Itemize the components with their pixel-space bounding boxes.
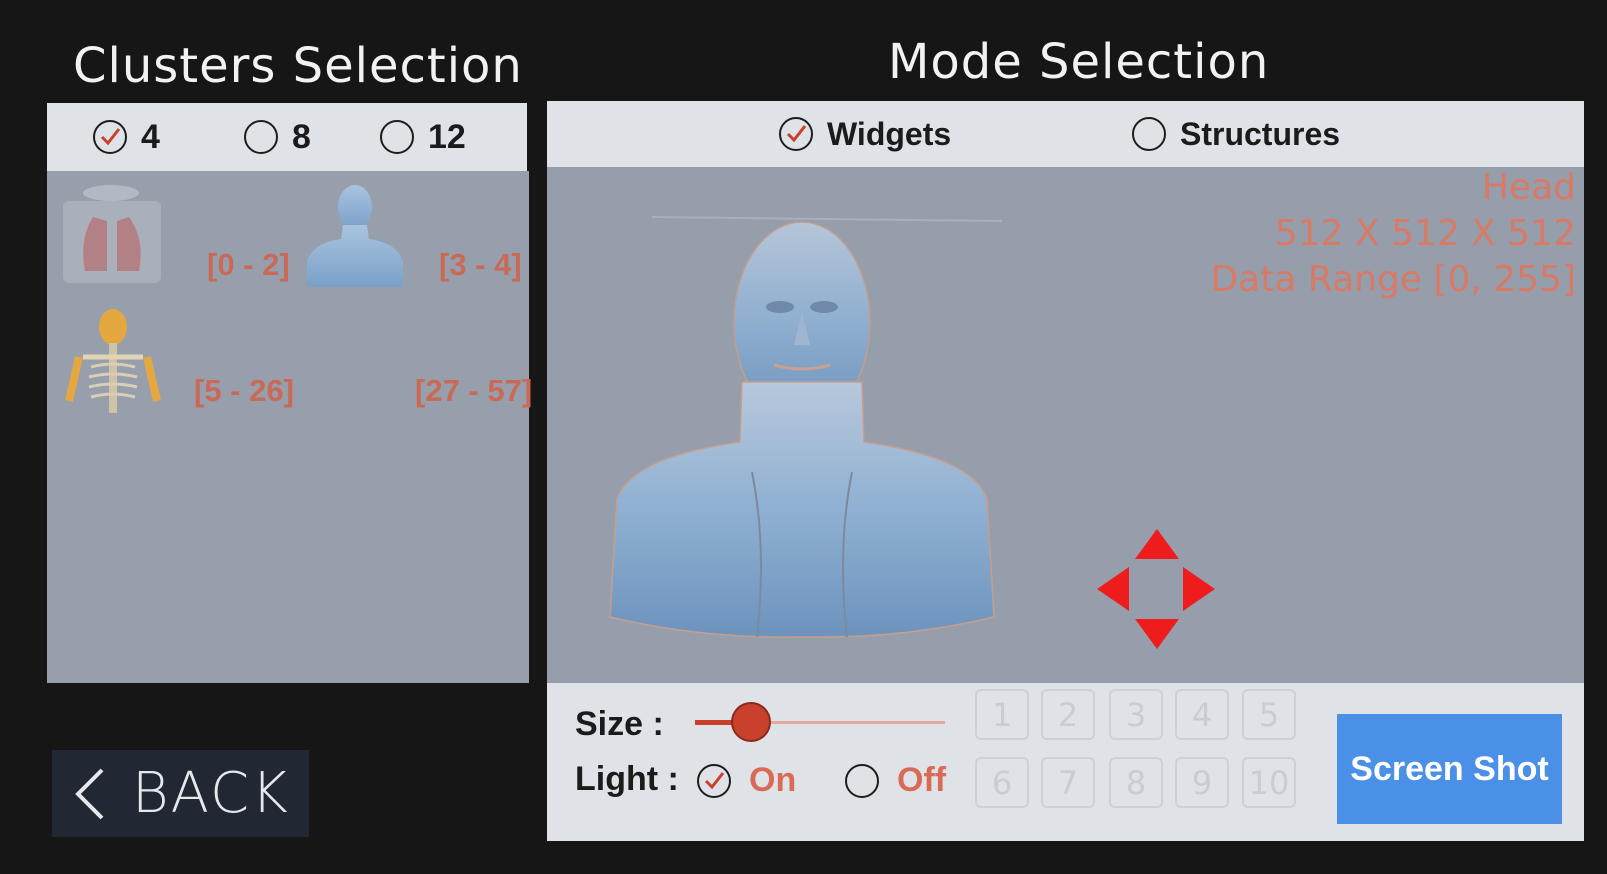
number-button-5[interactable]: 5: [1242, 689, 1296, 740]
number-button-3[interactable]: 3: [1109, 689, 1163, 740]
mode-option-label: Structures: [1180, 115, 1341, 152]
arrow-down-icon[interactable]: [1135, 619, 1179, 649]
arrow-up-icon[interactable]: [1135, 529, 1179, 559]
dataset-name: Head: [1481, 167, 1576, 208]
number-button-4[interactable]: 4: [1175, 689, 1229, 740]
chevron-left-icon: [75, 768, 104, 819]
cluster-range-label: [5 - 26]: [194, 373, 294, 408]
cluster-thumbnail-lungs[interactable]: [61, 179, 166, 287]
number-button-8[interactable]: 8: [1109, 757, 1163, 808]
light-off-option[interactable]: Off: [845, 761, 946, 800]
back-label: BACK: [132, 761, 290, 826]
cluster-count-bar: 4 8 12: [47, 103, 527, 171]
cluster-range-label: [0 - 2]: [207, 247, 290, 282]
cluster-range-label: [3 - 4]: [439, 247, 522, 282]
radio-icon: [380, 120, 414, 154]
cluster-thumbnail-skeleton[interactable]: [61, 305, 166, 415]
move-arrows-widget[interactable]: [1097, 529, 1217, 649]
number-button-2[interactable]: 2: [1041, 689, 1095, 740]
cluster-option-4[interactable]: 4: [93, 118, 160, 157]
light-label: Light :: [575, 760, 679, 798]
slider-thumb[interactable]: [731, 702, 771, 742]
cluster-list: [0 - 2] [3 - 4] [5 - 26] [27 - 57]: [47, 171, 533, 683]
light-on-label: On: [749, 761, 797, 799]
checked-radio-icon: [779, 117, 813, 151]
light-off-label: Off: [897, 761, 947, 799]
number-button-6[interactable]: 6: [975, 757, 1029, 808]
cluster-option-8[interactable]: 8: [244, 118, 311, 157]
mode-option-bar: Widgets Structures: [547, 101, 1584, 167]
back-button[interactable]: BACK: [52, 750, 309, 837]
mode-option-structures[interactable]: Structures: [1132, 116, 1340, 153]
mode-option-label: Widgets: [827, 115, 952, 152]
radio-icon: [244, 120, 278, 154]
checked-radio-icon: [697, 763, 731, 798]
mode-selection-title: Mode Selection: [888, 34, 1270, 90]
arrow-right-icon[interactable]: [1183, 567, 1215, 611]
arrow-left-icon[interactable]: [1097, 567, 1129, 611]
controls-panel: Size : Light : On Off 1 2 3 4 5 6 7 8 9 …: [547, 683, 1584, 841]
cluster-option-12[interactable]: 12: [380, 118, 466, 157]
clusters-selection-title: Clusters Selection: [73, 38, 523, 94]
number-button-7[interactable]: 7: [1041, 757, 1095, 808]
cluster-option-label: 4: [141, 117, 160, 156]
cluster-option-label: 8: [292, 117, 311, 156]
dataset-dimensions: 512 X 512 X 512: [1274, 213, 1576, 254]
checked-radio-icon: [93, 120, 127, 154]
volume-render-viewport[interactable]: Head 512 X 512 X 512 Data Range [0, 255]: [547, 167, 1584, 683]
number-button-1[interactable]: 1: [975, 689, 1029, 740]
number-button-9[interactable]: 9: [1175, 757, 1229, 808]
size-label: Size :: [575, 705, 664, 743]
dataset-data-range: Data Range [0, 255]: [1210, 259, 1576, 300]
size-slider[interactable]: [695, 702, 945, 742]
screenshot-button[interactable]: Screen Shot: [1337, 714, 1562, 824]
cluster-thumbnail-empty[interactable]: [305, 305, 405, 415]
cluster-range-label: [27 - 57]: [415, 373, 533, 408]
mode-option-widgets[interactable]: Widgets: [779, 116, 951, 153]
number-button-10[interactable]: 10: [1242, 757, 1296, 808]
light-on-option[interactable]: On: [697, 761, 796, 800]
radio-icon: [845, 763, 879, 798]
cluster-thumbnail-head-bust[interactable]: [305, 179, 405, 289]
head-volume-render: [609, 216, 1003, 638]
radio-icon: [1132, 117, 1166, 151]
cluster-option-label: 12: [428, 117, 466, 156]
